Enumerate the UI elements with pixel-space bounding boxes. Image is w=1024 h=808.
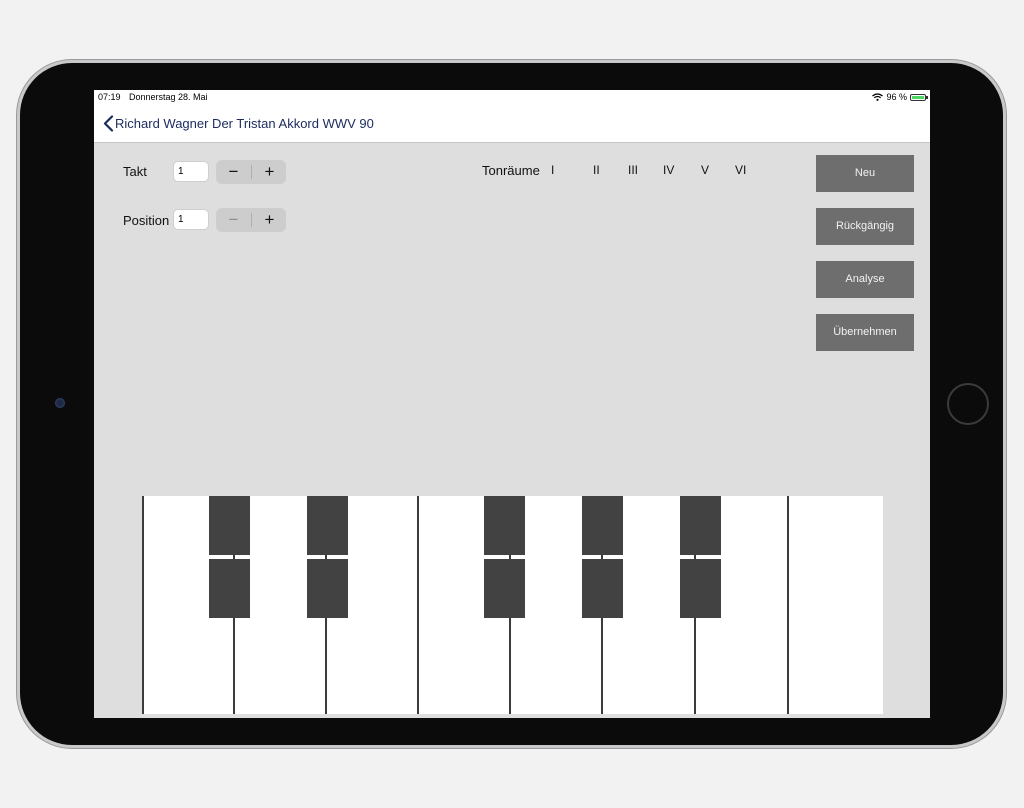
takt-decrement-button[interactable]: − (216, 160, 251, 184)
white-key[interactable] (788, 496, 883, 714)
black-key-lower[interactable] (307, 559, 348, 618)
tonraum-option-i[interactable]: I (551, 163, 554, 177)
navigation-bar: Richard Wagner Der Tristan Akkord WWV 90 (94, 105, 930, 143)
piano-keyboard (142, 496, 883, 714)
status-date: Donnerstag 28. Mai (129, 92, 208, 102)
black-key-lower[interactable] (582, 559, 623, 618)
rueckgaengig-button[interactable]: Rückgängig (816, 208, 914, 245)
black-key-upper[interactable] (582, 496, 623, 555)
home-button[interactable] (947, 383, 989, 425)
tonraum-option-ii[interactable]: II (593, 163, 600, 177)
battery-level (912, 95, 924, 99)
analyse-button[interactable]: Analyse (816, 261, 914, 298)
position-label: Position (123, 213, 170, 228)
black-key-upper[interactable] (680, 496, 721, 555)
tonraum-option-vi[interactable]: VI (735, 163, 746, 177)
black-key-upper[interactable] (484, 496, 525, 555)
app-screen: 07:19 Donnerstag 28. Mai 96 % Richard Wa… (94, 90, 930, 718)
uebernehmen-button[interactable]: Übernehmen (816, 314, 914, 351)
camera-icon (55, 398, 65, 408)
black-key-upper[interactable] (307, 496, 348, 555)
tonraum-option-iii[interactable]: III (628, 163, 638, 177)
status-bar: 07:19 Donnerstag 28. Mai 96 % (94, 90, 930, 105)
takt-increment-button[interactable]: + (252, 160, 287, 184)
black-key-lower[interactable] (209, 559, 250, 618)
key-divider (787, 496, 789, 714)
black-key-lower[interactable] (484, 559, 525, 618)
status-right: 96 % (872, 92, 928, 102)
black-key-lower[interactable] (680, 559, 721, 618)
wifi-icon (872, 93, 884, 101)
takt-label: Takt (123, 164, 147, 179)
nav-title[interactable]: Richard Wagner Der Tristan Akkord WWV 90 (115, 116, 374, 131)
battery-percent: 96 % (886, 92, 907, 102)
black-key-upper[interactable] (209, 496, 250, 555)
battery-charging-icon (910, 93, 928, 101)
tonraum-option-v[interactable]: V (701, 163, 709, 177)
neu-button[interactable]: Neu (816, 155, 914, 192)
takt-stepper: − + (216, 160, 286, 184)
tonraeume-label: Tonräume (482, 163, 540, 178)
position-increment-button[interactable]: + (252, 208, 287, 232)
key-divider (142, 496, 144, 714)
chevron-left-icon[interactable] (103, 115, 114, 132)
position-decrement-button[interactable]: − (216, 208, 251, 232)
takt-input[interactable] (173, 161, 209, 182)
key-divider (417, 496, 419, 714)
tonraum-option-iv[interactable]: IV (663, 163, 674, 177)
position-stepper: − + (216, 208, 286, 232)
position-input[interactable] (173, 209, 209, 230)
status-time: 07:19 (98, 92, 121, 102)
